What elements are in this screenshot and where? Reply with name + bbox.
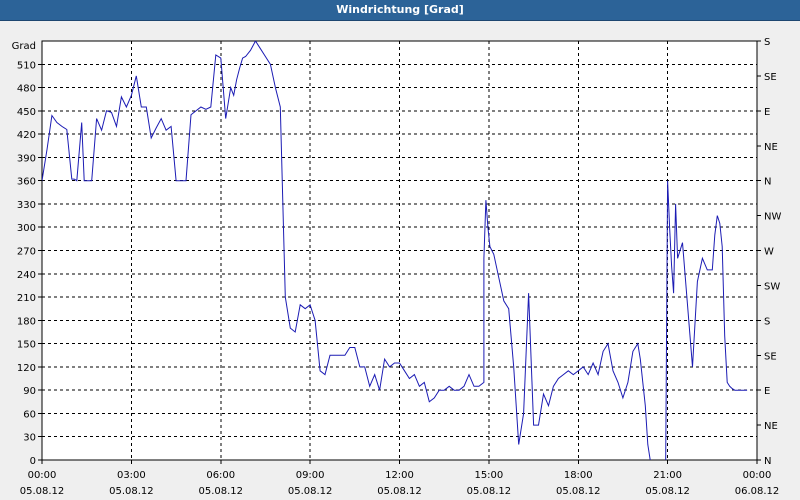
x-tick-date: 06.08.12	[735, 486, 780, 497]
y2-tick-label: SE	[764, 351, 777, 362]
y-tick-label: 30	[23, 433, 36, 444]
y2-tick-label: W	[764, 247, 774, 258]
x-tick-date: 05.08.12	[198, 486, 243, 497]
y-tick-label: 90	[23, 386, 36, 397]
y-tick-label: 150	[17, 340, 36, 351]
x-tick-time: 21:00	[653, 470, 682, 481]
x-tick-date: 05.08.12	[645, 486, 690, 497]
y-tick-label: 270	[17, 247, 36, 258]
x-tick-time: 15:00	[474, 470, 503, 481]
y2-tick-label: E	[764, 386, 770, 397]
y-tick-label: 360	[17, 177, 36, 188]
x-tick-time: 06:00	[206, 470, 235, 481]
chart-title: Windrichtung [Grad]	[336, 3, 464, 16]
title-bar: Windrichtung [Grad]	[0, 0, 800, 21]
y-tick-label: 450	[17, 107, 36, 118]
y-tick-label: 180	[17, 316, 36, 327]
x-tick-time: 12:00	[385, 470, 414, 481]
y-tick-label: 120	[17, 363, 36, 374]
x-tick-date: 05.08.12	[20, 486, 65, 497]
x-tick-date: 05.08.12	[109, 486, 154, 497]
y-tick-label: 390	[17, 153, 36, 164]
y-tick-label: 60	[23, 409, 36, 420]
x-tick-time: 09:00	[296, 470, 325, 481]
y-tick-label: 210	[17, 293, 36, 304]
y2-tick-label: NW	[764, 212, 781, 223]
y2-tick-label: SW	[764, 281, 780, 292]
y-tick-label: 330	[17, 200, 36, 211]
y2-tick-label: E	[764, 107, 770, 118]
y-tick-label: 510	[17, 60, 36, 71]
y-tick-label: 300	[17, 223, 36, 234]
y-tick-label: 420	[17, 130, 36, 141]
x-tick-date: 05.08.12	[288, 486, 333, 497]
x-tick-time: 03:00	[117, 470, 146, 481]
x-tick-time: 00:00	[743, 470, 772, 481]
y2-tick-label: N	[764, 456, 771, 467]
y2-tick-label: S	[764, 37, 770, 48]
x-tick-time: 00:00	[28, 470, 57, 481]
x-tick-time: 18:00	[564, 470, 593, 481]
x-tick-date: 05.08.12	[556, 486, 601, 497]
x-tick-date: 05.08.12	[377, 486, 422, 497]
y-tick-label: 480	[17, 84, 36, 95]
y2-tick-label: N	[764, 177, 771, 188]
y-tick-label: 240	[17, 270, 36, 281]
y-tick-label: 0	[30, 456, 36, 467]
y2-tick-label: NE	[764, 142, 778, 153]
y2-tick-label: S	[764, 316, 770, 327]
chart: 0 30 60 90 120 150 180 210 240 270 300 330 360 390 420…	[12, 37, 782, 497]
y-axis-label: Grad	[12, 41, 36, 52]
y2-tick-label: SE	[764, 72, 777, 83]
y2-tick-label: NE	[764, 421, 778, 432]
x-tick-date: 05.08.12	[467, 486, 512, 497]
